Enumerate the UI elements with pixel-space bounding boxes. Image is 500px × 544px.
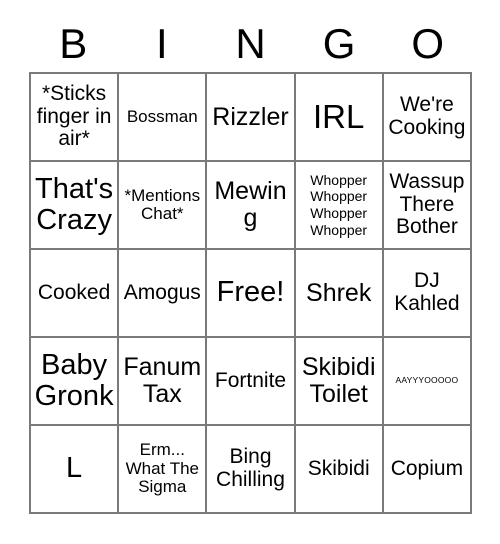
bingo-cell-label: We're Cooking	[388, 93, 466, 139]
bingo-cell[interactable]: Cooked	[31, 250, 120, 338]
bingo-cell-label: Cooked	[37, 280, 111, 304]
bingo-header-letter-b: B	[59, 20, 88, 67]
bingo-cell-label: Skibidi	[307, 456, 370, 480]
bingo-cell[interactable]: We're Cooking	[383, 74, 472, 162]
bingo-cell[interactable]: Baby Gronk	[31, 338, 120, 426]
bingo-free-space[interactable]: Free!	[207, 250, 296, 338]
bingo-cell[interactable]: Rizzler	[207, 74, 296, 162]
bingo-header-letter-o: O	[411, 20, 444, 67]
bingo-cell-label: *Mentions Chat*	[124, 185, 201, 223]
bingo-cell-label: Fortnite	[214, 368, 287, 392]
bingo-cell[interactable]: *Mentions Chat*	[119, 162, 208, 250]
bingo-cell[interactable]: *Sticks finger in air*	[31, 74, 120, 162]
bingo-header-row: B I N G O	[29, 16, 472, 72]
bingo-header-letter-n: N	[235, 20, 266, 67]
bingo-cell-label: Fanum Tax	[123, 353, 202, 408]
bingo-cell-label: Rizzler	[212, 102, 289, 131]
bingo-cell[interactable]: Copium	[383, 426, 472, 514]
bingo-cell[interactable]: That's Crazy	[31, 162, 120, 250]
bingo-cell[interactable]: Amogus	[119, 250, 208, 338]
bingo-cell-label: Free!	[216, 276, 285, 309]
bingo-cell[interactable]: Fortnite	[207, 338, 296, 426]
bingo-cell-label: Bossman	[126, 106, 198, 126]
bingo-cell-label: AAYYYOOOOO	[395, 375, 459, 386]
bingo-cell-label: *Sticks finger in air*	[36, 81, 112, 151]
bingo-header-letter-g: G	[322, 20, 356, 67]
bingo-cell[interactable]: IRL	[295, 74, 384, 162]
bingo-cell-label: Amogus	[123, 280, 201, 304]
bingo-cell-label: That's Crazy	[35, 172, 114, 236]
bingo-header-letter-i: I	[156, 20, 168, 67]
bingo-cell-label: Mewing	[214, 177, 287, 232]
bingo-cell[interactable]: DJ Kahled	[383, 250, 472, 338]
bingo-cell[interactable]: Bing Chilling	[207, 426, 296, 514]
bingo-cell[interactable]: Mewing	[207, 162, 296, 250]
bingo-cell[interactable]: Erm... What The Sigma	[119, 426, 208, 514]
bingo-cell-label: Skibidi Toilet	[301, 353, 376, 408]
bingo-cell-label: Baby Gronk	[34, 348, 114, 412]
bingo-cell[interactable]: Wassup There Bother	[383, 162, 472, 250]
bingo-cell[interactable]: Whopper Whopper Whopper Whopper	[295, 162, 384, 250]
bingo-cell[interactable]: L	[31, 426, 120, 514]
bingo-cell-label: L	[66, 452, 83, 485]
bingo-cell-label: Bing Chilling	[216, 445, 285, 491]
bingo-cell[interactable]: Skibidi Toilet	[295, 338, 384, 426]
bingo-cell[interactable]: Shrek	[295, 250, 384, 338]
bingo-cell-label: Whopper Whopper Whopper Whopper	[310, 171, 368, 238]
bingo-cell-label: Wassup There Bother	[389, 169, 465, 239]
bingo-cell[interactable]: Bossman	[119, 74, 208, 162]
bingo-cell-label: Shrek	[306, 278, 372, 307]
bingo-cell[interactable]: Fanum Tax	[119, 338, 208, 426]
bingo-grid: *Sticks finger in air* Bossman Rizzler IRL W…	[29, 72, 472, 514]
bingo-cell-label: Erm... What The Sigma	[125, 440, 199, 497]
bingo-cell-label: IRL	[313, 98, 365, 136]
bingo-cell-label: Copium	[390, 456, 464, 480]
bingo-card: B I N G O *Sticks finger in air* Bossman R…	[0, 0, 500, 544]
bingo-cell-label: DJ Kahled	[394, 269, 460, 315]
bingo-cell[interactable]: Skibidi	[295, 426, 384, 514]
bingo-cell[interactable]: AAYYYOOOOO	[383, 338, 472, 426]
